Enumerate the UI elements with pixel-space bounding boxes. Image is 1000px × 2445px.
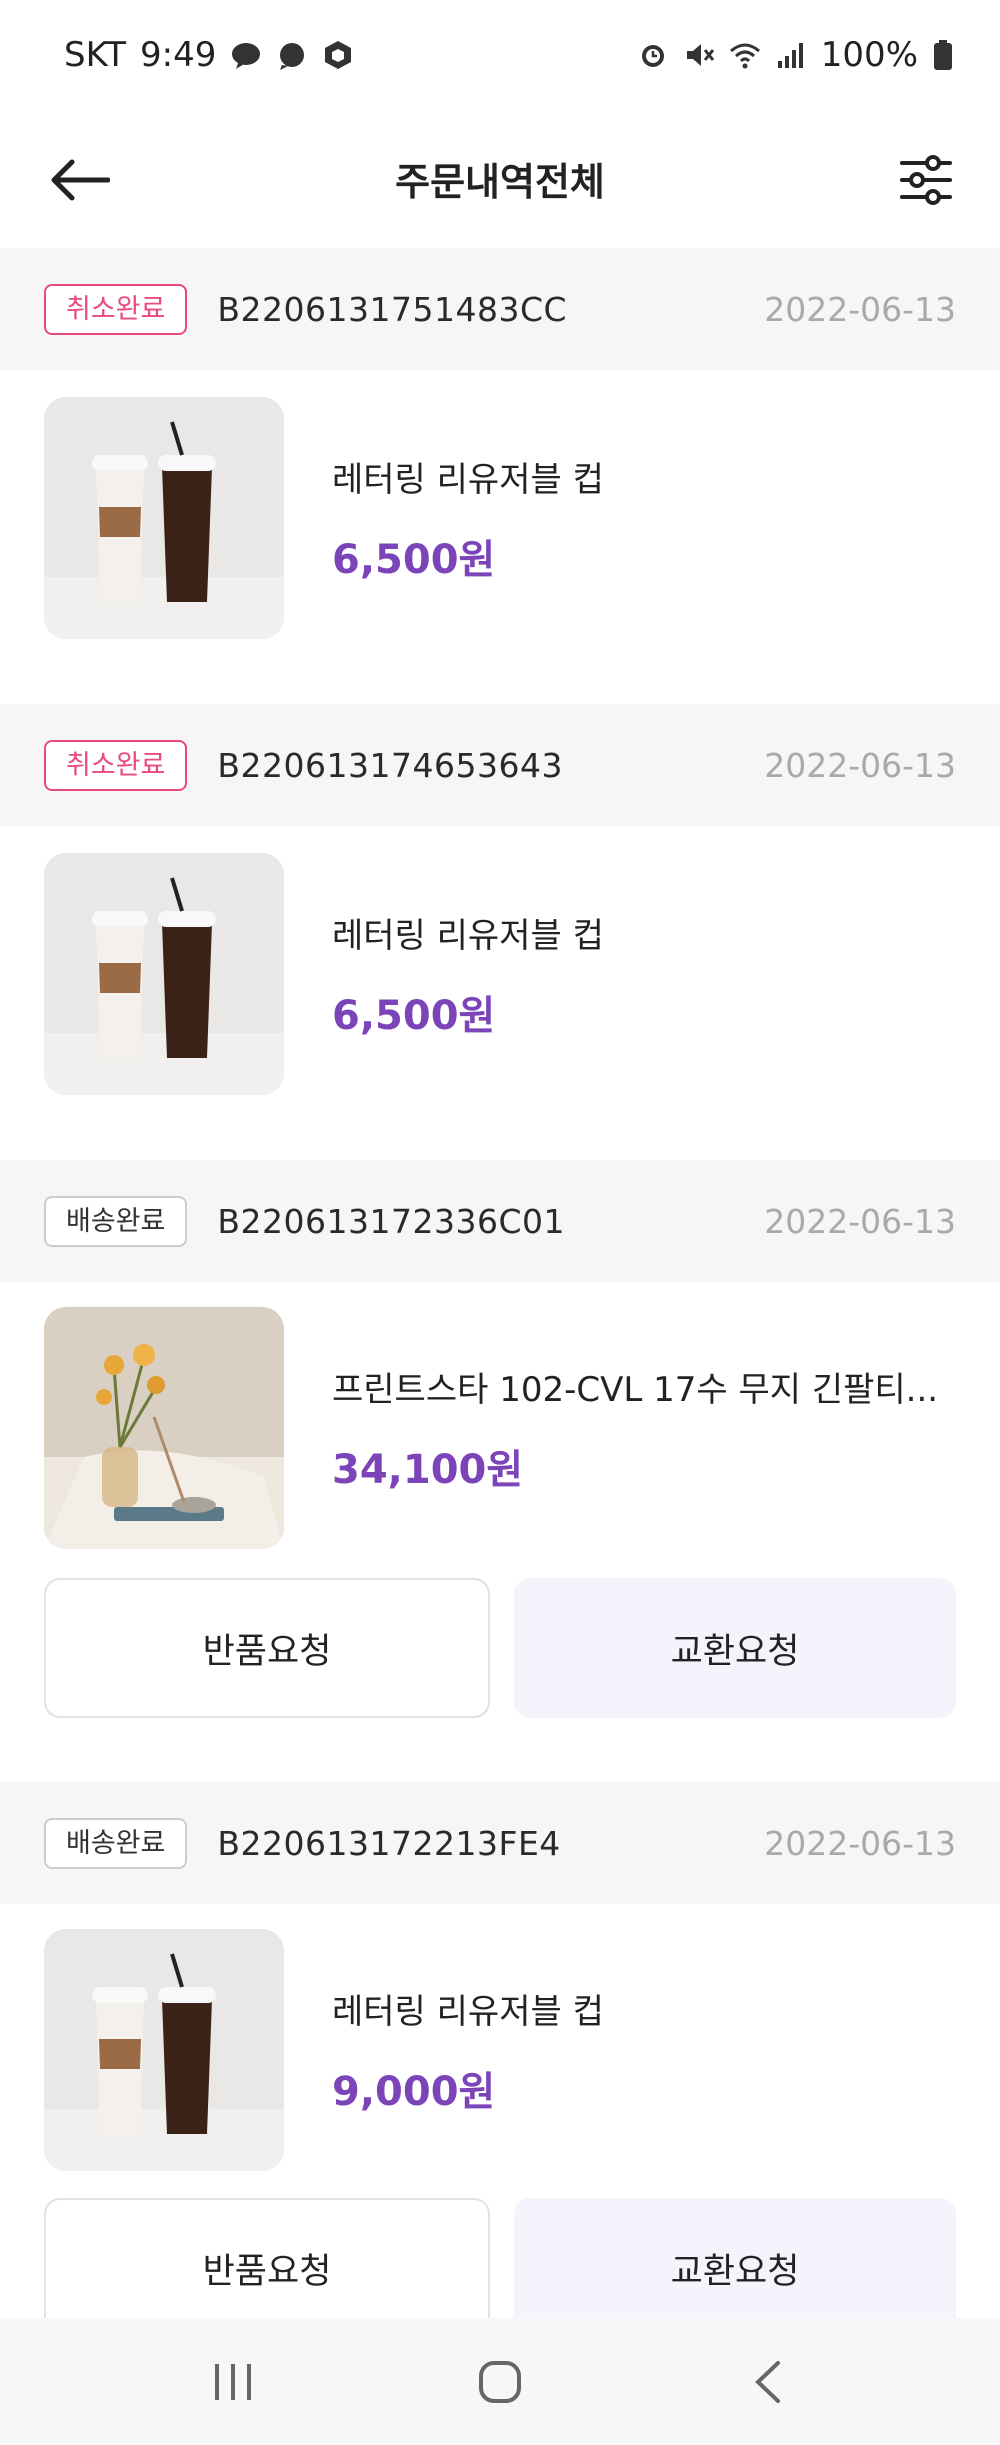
product-item[interactable]: 레터링 리유저블 컵 6,500원 [44, 396, 956, 640]
order-date: 2022-06-13 [764, 745, 956, 785]
order-number[interactable]: B220613174653643 [217, 746, 563, 785]
order-actions: 반품요청 교환요청 [44, 2198, 956, 2338]
reusable-cup-photo [44, 853, 284, 1095]
status-badge: 배송완료 [44, 1195, 188, 1247]
flower-vase-photo [44, 1307, 284, 1549]
order-header: 배송완료 B220613172336C01 2022-06-13 [0, 1160, 1000, 1282]
filter-sliders-icon [900, 155, 952, 205]
filter-button[interactable] [886, 140, 966, 220]
reusable-cup-photo [44, 397, 284, 639]
order-date: 2022-06-13 [764, 289, 956, 329]
product-name: 프린트스타 102-CVL 17수 무지 긴팔티... [332, 1369, 939, 1410]
recent-apps-icon [215, 2363, 252, 2400]
back-icon [754, 2360, 780, 2403]
back-arrow-icon [51, 159, 110, 201]
back-button[interactable] [40, 140, 120, 220]
status-badge: 배송완료 [44, 1817, 188, 1869]
product-thumbnail[interactable] [44, 1929, 284, 2171]
exchange-request-button[interactable]: 교환요청 [514, 1578, 956, 1718]
carrier-label: SKT [64, 35, 127, 75]
order-number[interactable]: B2206131751483CC [217, 290, 567, 329]
product-price: 34,100원 [332, 1446, 524, 1493]
status-badge: 취소완료 [44, 739, 188, 791]
product-price: 6,500원 [332, 536, 496, 583]
exchange-request-button[interactable]: 교환요청 [514, 2198, 956, 2338]
product-name: 레터링 리유저블 컵 [332, 1991, 604, 2032]
chat-bubble-icon [280, 43, 305, 70]
status-badge: 취소완료 [44, 283, 188, 335]
order-number[interactable]: B220613172213FE4 [217, 1824, 560, 1863]
product-name: 레터링 리유저블 컵 [332, 459, 604, 500]
return-request-button[interactable]: 반품요청 [44, 1578, 490, 1718]
hexagon-app-icon [325, 41, 352, 69]
product-item[interactable]: 레터링 리유저블 컵 6,500원 [44, 852, 956, 1096]
recent-apps-button[interactable] [188, 2337, 278, 2427]
product-item[interactable]: 프린트스타 102-CVL 17수 무지 긴팔티... 34,100원 [44, 1306, 956, 1550]
reusable-cup-photo [44, 1929, 284, 2171]
order-date: 2022-06-13 [764, 1201, 956, 1241]
clock: 9:49 [140, 35, 217, 75]
app-header: 주문내역전체 [0, 110, 1000, 246]
product-name: 레터링 리유저블 컵 [332, 915, 604, 956]
status-bar: SKT 9:49 100% [0, 0, 1000, 110]
product-item[interactable]: 레터링 리유저블 컵 9,000원 [44, 1928, 956, 2172]
battery-icon [934, 40, 952, 70]
signal-icon [777, 43, 803, 68]
battery-percent: 100% [820, 35, 918, 75]
talk-bubble-icon [232, 43, 261, 69]
status-left: SKT 9:49 [64, 35, 354, 75]
order-actions: 반품요청 교환요청 [44, 1578, 956, 1718]
home-button[interactable] [455, 2337, 545, 2427]
home-icon [478, 2360, 521, 2403]
page-title: 주문내역전체 [395, 159, 605, 204]
order-header: 취소완료 B220613174653643 2022-06-13 [0, 704, 1000, 826]
return-request-button[interactable]: 반품요청 [44, 2198, 490, 2338]
mute-icon [686, 44, 714, 66]
wifi-icon [729, 43, 760, 69]
product-price: 6,500원 [332, 992, 496, 1039]
alarm-icon [641, 45, 664, 67]
product-thumbnail[interactable] [44, 397, 284, 639]
product-thumbnail[interactable] [44, 1307, 284, 1549]
product-thumbnail[interactable] [44, 853, 284, 1095]
product-price: 9,000원 [332, 2068, 496, 2115]
order-date: 2022-06-13 [764, 1823, 956, 1863]
system-back-button[interactable] [722, 2337, 812, 2427]
system-nav-bar [0, 2318, 1000, 2445]
status-right: 100% [637, 35, 954, 75]
order-header: 취소완료 B2206131751483CC 2022-06-13 [0, 248, 1000, 370]
order-number[interactable]: B220613172336C01 [217, 1202, 565, 1241]
order-header: 배송완료 B220613172213FE4 2022-06-13 [0, 1782, 1000, 1904]
